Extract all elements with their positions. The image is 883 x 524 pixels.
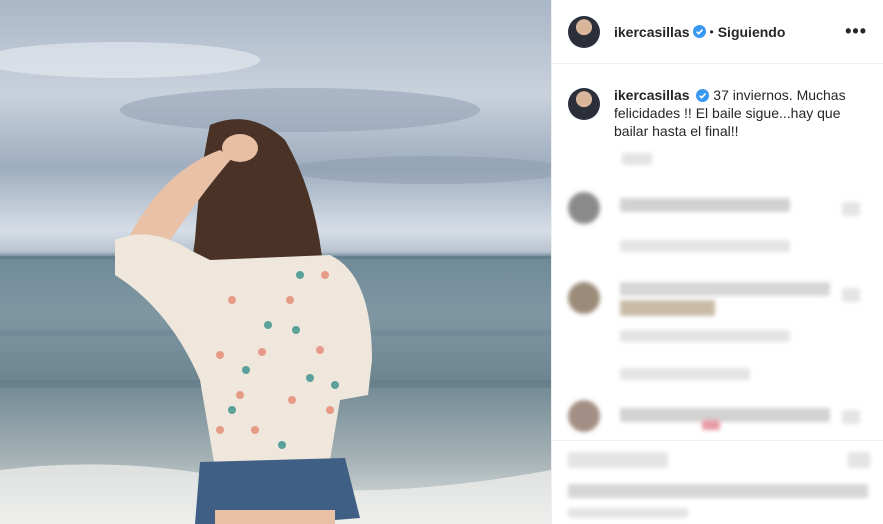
blurred-comment [620,408,830,422]
verified-badge-icon [696,89,710,102]
avatar[interactable] [568,15,600,48]
post-header: ikercasillas • Siguiendo ••• [552,0,883,64]
comment-avatar[interactable] [568,282,600,314]
blurred-comment [620,198,790,212]
blurred-timestamp [568,508,688,518]
caption: ikercasillas 37 inviernos. Muchas felici… [552,64,883,140]
post-sidebar: ikercasillas • Siguiendo ••• ikercasilla… [551,0,883,524]
verified-badge-icon [692,25,706,38]
caption-username[interactable]: ikercasillas [614,87,690,103]
following-button[interactable]: Siguiendo [718,24,786,40]
comment-like-icon[interactable] [842,288,860,302]
photo-illustration [0,42,551,524]
blurred-emoji [620,300,715,316]
comment-like-icon[interactable] [842,410,860,424]
blurred-comment [620,282,830,296]
blurred-action-icons[interactable] [568,452,668,468]
username-link[interactable]: ikercasillas [614,24,690,40]
blurred-caption-meta [622,153,652,165]
post-photo[interactable] [0,0,551,524]
comment-avatar[interactable] [568,192,600,224]
blurred-replies [620,368,750,380]
blurred-emoji [702,420,720,430]
comment-avatar[interactable] [568,400,600,432]
more-options-icon[interactable]: ••• [845,21,867,42]
comment-like-icon[interactable] [842,202,860,216]
separator-dot: • [709,24,714,39]
caption-avatar[interactable] [568,88,600,120]
bookmark-icon[interactable] [848,452,870,468]
blurred-comment-meta [620,330,790,342]
caption-text: ikercasillas 37 inviernos. Muchas felici… [614,86,854,140]
blurred-likes [568,484,868,498]
blurred-comment-meta [620,240,790,252]
divider [552,440,883,441]
